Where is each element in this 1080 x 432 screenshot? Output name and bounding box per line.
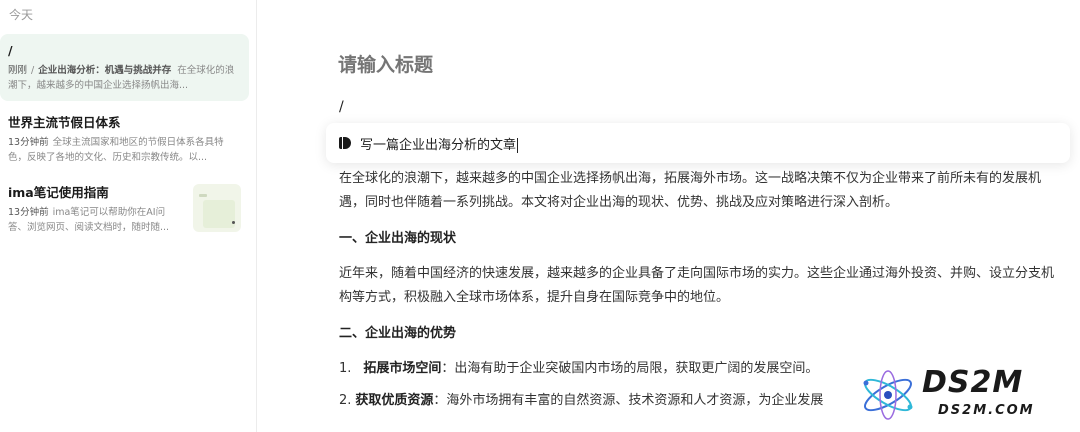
atom-logo-icon [863,370,913,420]
note-thumbnail [193,184,241,232]
text-caret [517,137,519,153]
body-paragraph: 在全球化的浪潮下，越来越多的中国企业选择扬帆出海，拓展海外市场。这一战略决策不仅… [339,171,1042,210]
note-slash: / [31,65,35,76]
watermark-main-text: DS2M [922,365,1024,400]
note-item-holidays[interactable]: 世界主流节假日体系 13分钟前 全球主流国家和地区的节假日体系各具特色，反映了各地… [0,106,249,173]
note-preview: 13分钟前 全球主流国家和地区的节假日体系各具特色，反映了各地的文化、历史和宗教传… [8,135,241,165]
ai-prompt-input[interactable]: 写一篇企业出海分析的文章 [360,134,960,153]
watermark-sub-text: DS2M.COM [938,403,1035,418]
ai-prompt-bar[interactable]: 写一篇企业出海分析的文章 [326,123,1070,163]
note-item-current[interactable]: / 刚刚 / 企业出海分析：机遇与挑战并存 在全球化的浪潮下，越来越多的中国企业选择扬… [0,34,249,101]
body-paragraph: 近年来，随着中国经济的快速发展，越来越多的企业具备了走向国际市场的实力。这些企业… [339,266,1055,305]
note-list-sidebar: 今天 / 刚刚 / 企业出海分析：机遇与挑战并存 在全球化的浪潮下，越来越多的中国企业… [0,0,257,432]
note-title: ima笔记使用指南 [8,185,109,200]
watermark: DS2M DS2M.COM [858,363,1070,427]
note-preview: 13分钟前 ima笔记可以帮助你在AI问答、浏览网页、阅读文档时，随时随... [8,205,183,235]
ai-assistant-icon [339,137,351,149]
section-label-today: 今天 [9,8,34,22]
note-time: 13分钟前 [8,137,49,148]
body-heading: 一、企业出海的现状 [339,231,457,246]
body-heading: 二、企业出海的优势 [339,326,457,341]
note-title: 世界主流节假日体系 [8,115,121,130]
note-preview-heading: 企业出海分析：机遇与挑战并存 [38,65,172,76]
note-time: 刚刚 [8,65,28,76]
note-preview: 刚刚 / 企业出海分析：机遇与挑战并存 在全球化的浪潮下，越来越多的中国企业选择扬帆出… [8,63,241,93]
slash-command-text[interactable]: / [339,99,344,115]
note-time: 13分钟前 [8,207,49,218]
note-title-input[interactable] [338,54,738,76]
note-item-guide[interactable]: ima笔记使用指南 13分钟前 ima笔记可以帮助你在AI问答、浏览网页、阅读文档… [0,176,249,240]
note-title: / [8,43,13,58]
